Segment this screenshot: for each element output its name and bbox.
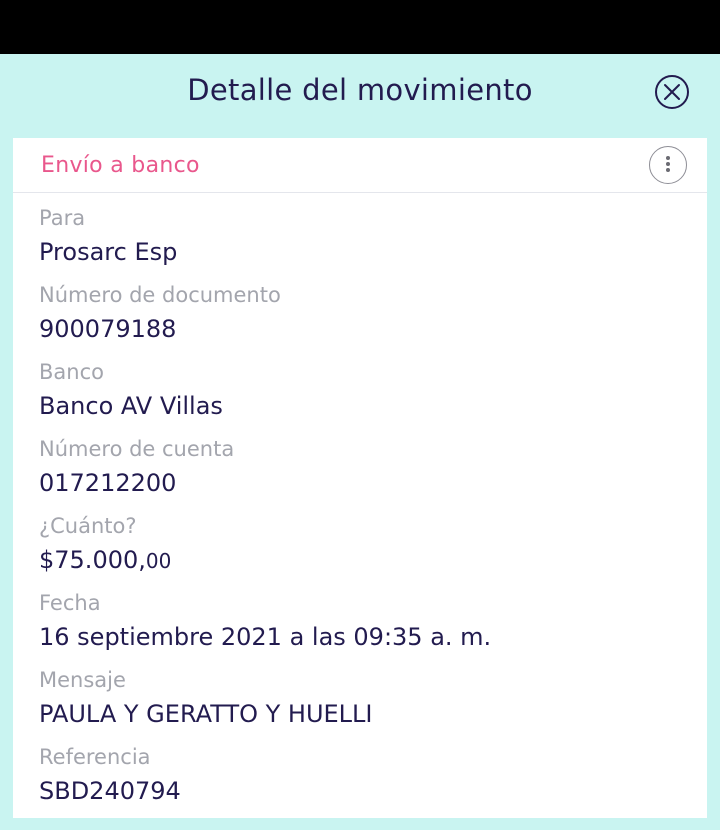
status-bar (0, 0, 720, 54)
amount-cents: 00 (145, 549, 172, 573)
message-label: Mensaje (39, 668, 126, 692)
more-options-button[interactable] (649, 146, 687, 184)
document-value: 900079188 (39, 315, 177, 343)
close-icon (664, 84, 680, 100)
close-button[interactable] (655, 75, 689, 109)
bank-label: Banco (39, 360, 104, 384)
bank-value: Banco AV Villas (39, 392, 223, 420)
date-label: Fecha (39, 591, 101, 615)
field-amount: ¿Cuánto? $75.000,00 (39, 510, 679, 578)
more-vertical-icon-dot (666, 168, 670, 172)
recipient-label: Para (39, 206, 86, 230)
amount-label: ¿Cuánto? (39, 514, 137, 538)
account-value: 017212200 (39, 469, 177, 497)
amount-integer: $75.000, (39, 546, 146, 574)
card-header: Envío a banco (13, 138, 707, 193)
field-recipient: Para Prosarc Esp (39, 202, 679, 270)
amount-value: $75.000,00 (39, 542, 679, 578)
account-label: Número de cuenta (39, 437, 235, 461)
page-title: Detalle del movimiento (187, 73, 533, 107)
reference-value: SBD240794 (39, 777, 181, 805)
field-reference: Referencia SBD240794 (39, 741, 679, 809)
document-label: Número de documento (39, 283, 281, 307)
field-document: Número de documento 900079188 (39, 279, 679, 347)
header: Detalle del movimiento (0, 54, 720, 138)
message-value: PAULA Y GERATTO Y HUELLI (39, 700, 373, 728)
reference-label: Referencia (39, 745, 151, 769)
date-value: 16 septiembre 2021 a las 09:35 a. m. (39, 623, 492, 651)
field-account: Número de cuenta 017212200 (39, 433, 679, 501)
card-title: Envío a banco (41, 153, 200, 178)
field-message: Mensaje PAULA Y GERATTO Y HUELLI (39, 664, 679, 732)
field-bank: Banco Banco AV Villas (39, 356, 679, 424)
field-date: Fecha 16 septiembre 2021 a las 09:35 a. … (39, 587, 679, 655)
movement-detail-card: Envío a banco Para Prosarc Esp Número de… (13, 138, 707, 818)
more-vertical-icon-dot (666, 162, 670, 166)
more-vertical-icon (666, 156, 670, 160)
recipient-value: Prosarc Esp (39, 238, 178, 266)
